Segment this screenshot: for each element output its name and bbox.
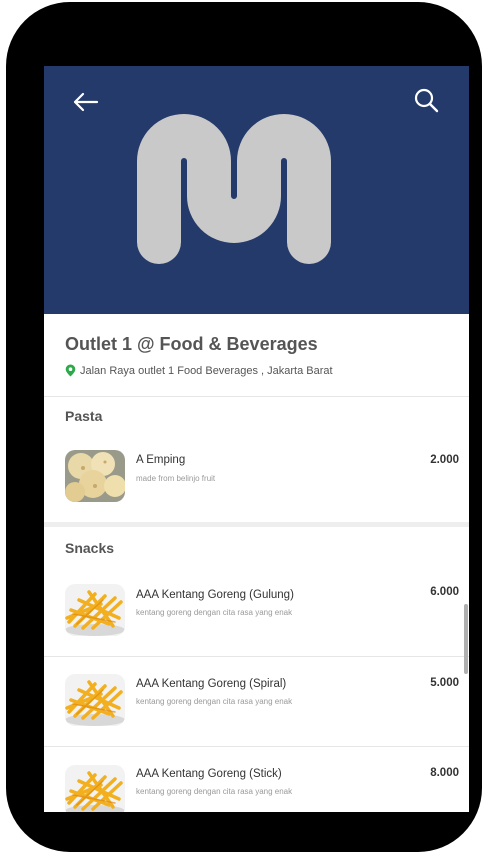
outlet-banner: [44, 66, 469, 314]
menu-item-description: kentang goreng dengan cita rasa yang ena…: [136, 608, 293, 617]
back-button[interactable]: [70, 88, 102, 116]
menu-item-image: [65, 584, 125, 636]
menu-item-name: AAA Kentang Goreng (Gulung): [136, 589, 294, 601]
outlet-address: Jalan Raya outlet 1 Food Beverages , Jak…: [65, 364, 333, 377]
menu-item[interactable]: AAA Kentang Goreng (Stick) kentang goren…: [44, 747, 469, 812]
category-title-snacks: Snacks: [65, 540, 115, 556]
menu-item-name: AAA Kentang Goreng (Stick): [136, 768, 282, 780]
menu-item-description: kentang goreng dengan cita rasa yang ena…: [136, 697, 293, 706]
menu-item-price: 8.000: [430, 767, 459, 779]
arrow-left-icon: [73, 92, 99, 112]
outlet-title: Outlet 1 @ Food & Beverages: [65, 334, 318, 354]
phone-frame: Outlet 1 @ Food & Beverages Jalan Raya o…: [6, 2, 482, 852]
search-button[interactable]: [412, 86, 442, 116]
category-title-pasta: Pasta: [65, 408, 103, 424]
section-divider: [44, 522, 469, 527]
menu-item-image: [65, 765, 125, 812]
search-icon: [414, 88, 439, 113]
menu-item-image: [65, 450, 125, 502]
location-pin-icon: [65, 364, 76, 377]
menu-item-price: 2.000: [430, 454, 459, 466]
menu-item[interactable]: AAA Kentang Goreng (Spiral) kentang gore…: [44, 657, 469, 747]
menu-item-image: [65, 674, 125, 726]
menu-item-description: kentang goreng dengan cita rasa yang ena…: [136, 787, 293, 796]
menu-item-name: AAA Kentang Goreng (Spiral): [136, 678, 287, 690]
brand-logo: [137, 114, 331, 264]
scrollbar[interactable]: [464, 604, 468, 674]
outlet-address-text: Jalan Raya outlet 1 Food Beverages , Jak…: [80, 364, 333, 377]
menu-item[interactable]: A Emping made from belinjo fruit 2.000: [44, 436, 469, 526]
menu-item-name: A Emping: [136, 454, 186, 466]
menu-item-description: made from belinjo fruit: [136, 474, 216, 483]
menu-item[interactable]: AAA Kentang Goreng (Gulung) kentang gore…: [44, 566, 469, 656]
menu-item-price: 5.000: [430, 677, 459, 689]
menu-item-price: 6.000: [430, 586, 459, 598]
divider: [44, 396, 469, 397]
app-screen: Outlet 1 @ Food & Beverages Jalan Raya o…: [44, 66, 469, 812]
outlet-info: Outlet 1 @ Food & Beverages Jalan Raya o…: [44, 314, 469, 396]
